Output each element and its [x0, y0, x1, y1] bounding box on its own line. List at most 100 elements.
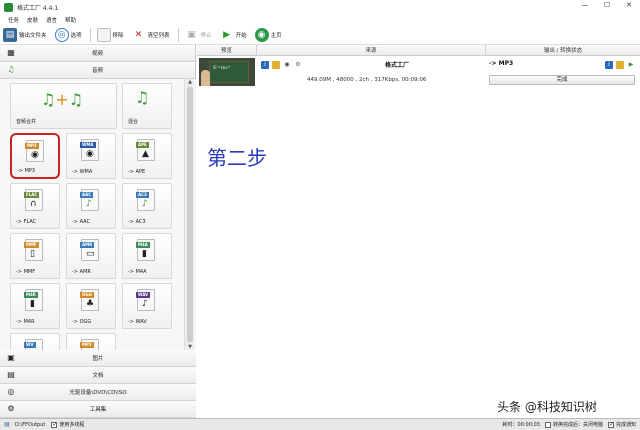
- tile-m4r[interactable]: M4R ▮ -> M4R: [10, 283, 60, 329]
- tile-label: -> MMF: [16, 269, 36, 275]
- tile-mp2[interactable]: MP2: [66, 333, 116, 350]
- status-complete-bar: 完成: [489, 75, 635, 85]
- settings-gear-icon[interactable]: ⚙: [294, 61, 302, 69]
- source-file-name: 格式工厂: [384, 62, 409, 69]
- tile-label: -> M4R: [16, 319, 35, 325]
- tile-ape[interactable]: APE ▲ -> APE: [122, 133, 172, 179]
- flac-file-icon: FLAC ∩: [24, 189, 43, 211]
- tile-label: -> FLAC: [16, 219, 37, 225]
- category-document-label: 文档: [92, 373, 104, 379]
- remove-label: 移除: [112, 32, 124, 39]
- tile-flac[interactable]: FLAC ∩ -> FLAC: [10, 183, 60, 229]
- tile-m4a[interactable]: M4A ▮ -> M4A: [122, 233, 172, 279]
- grid-scrollbar[interactable]: ▲ ▼: [184, 79, 194, 350]
- amr-file-icon: AMR ▭: [80, 239, 99, 261]
- notify-checkbox[interactable]: [607, 421, 614, 428]
- output-folder-icon[interactable]: [616, 61, 624, 69]
- tile-audio-join[interactable]: ♫+♫ 音频合并: [10, 83, 117, 129]
- menu-task[interactable]: 任务: [8, 16, 19, 24]
- format-tag: FLAC: [24, 192, 40, 198]
- tile-wav[interactable]: WAV ♪ -> WAV: [122, 283, 172, 329]
- tile-label: 混合: [128, 119, 139, 125]
- tile-ac3[interactable]: AC3 ♪ -> AC3: [122, 183, 172, 229]
- category-tools-label: 工具集: [89, 407, 107, 413]
- format-tag: MMF: [24, 242, 39, 248]
- home-globe-icon: ◉: [254, 27, 269, 42]
- task-list-panel: 预览 来源 输出 / 转换状态 E=mc² i ◉ ⚙ 格式工厂 449.09M…: [197, 45, 640, 418]
- toolbar: ▤ 输出文件夹 ◎ 选项 移除 ✕ 清空列表 ▣ 停止 ▶ 开始 ◉ 主页: [0, 25, 640, 45]
- output-info-icon[interactable]: i: [605, 61, 613, 69]
- notify-toggle[interactable]: 完成通知: [607, 421, 636, 428]
- close-button[interactable]: ✕: [622, 1, 636, 9]
- maximize-button[interactable]: ☐: [600, 1, 614, 9]
- tile-label: -> AAC: [72, 219, 90, 225]
- play-preview-icon[interactable]: ◉: [283, 61, 291, 69]
- category-disc[interactable]: ◎ 光驱设备\DVD\CD\ISO: [0, 384, 196, 401]
- tile-label: 音频合并: [16, 119, 37, 125]
- tile-amr[interactable]: AMR ▭ -> AMR: [66, 233, 116, 279]
- tile-mmf[interactable]: MMF ▯ -> MMF: [10, 233, 60, 279]
- options-label: 选项: [70, 32, 82, 39]
- m4a-file-icon: M4A ▮: [136, 239, 155, 261]
- music-icon: ♫: [7, 65, 15, 74]
- clear-list-button[interactable]: ✕ 清空列表: [132, 28, 170, 42]
- menu-help[interactable]: 帮助: [65, 16, 76, 24]
- toolbar-divider: [177, 27, 179, 42]
- source-file-info: 449.09M , 48000 , 2ch , 317Kbps, 00:09:0…: [307, 77, 427, 83]
- after-convert-checkbox[interactable]: [544, 421, 551, 428]
- wav-file-icon: WAV ♪: [136, 289, 155, 311]
- minimize-button[interactable]: —: [578, 1, 592, 9]
- chalkboard: E=mc²: [209, 61, 249, 83]
- menu-language[interactable]: 语言: [46, 16, 57, 24]
- multithread-toggle[interactable]: 使用多线程: [51, 421, 84, 428]
- remove-button[interactable]: 移除: [96, 27, 124, 42]
- document-icon: [96, 27, 111, 42]
- header-preview[interactable]: 预览: [197, 45, 257, 55]
- scroll-thumb[interactable]: [187, 87, 193, 342]
- format-tag: AAC: [80, 192, 94, 198]
- task-row[interactable]: E=mc² i ◉ ⚙ 格式工厂 449.09M , 48000 , 2ch ,…: [197, 56, 640, 88]
- format-tag: OGG: [80, 292, 94, 298]
- notify-label: 完成通知: [615, 422, 636, 428]
- tile-label: -> OGG: [72, 319, 92, 325]
- stop-button[interactable]: ▣ 停止: [185, 28, 211, 42]
- category-tools[interactable]: ⚙ 工具集: [0, 401, 196, 418]
- scroll-up-arrow-icon[interactable]: ▲: [186, 79, 194, 85]
- stop-icon: ▣: [187, 29, 196, 40]
- home-button[interactable]: ◉ 主页: [254, 27, 282, 42]
- tile-aac[interactable]: AAC ♪ -> AAC: [66, 183, 116, 229]
- multithread-checkbox[interactable]: [51, 421, 57, 428]
- tile-wv[interactable]: WV: [10, 333, 60, 350]
- header-output[interactable]: 输出 / 转换状态: [486, 45, 640, 55]
- output-play-icon[interactable]: ▶: [627, 61, 635, 69]
- tile-label: -> APE: [128, 169, 146, 175]
- audio-join-icon: ♫+♫: [41, 90, 84, 109]
- preview-thumbnail: E=mc²: [199, 58, 255, 86]
- tile-ogg[interactable]: OGG ♣ -> OGG: [66, 283, 116, 329]
- format-tag: WAV: [136, 292, 151, 298]
- elapsed-time: 耗时：00:00:03: [502, 422, 540, 428]
- category-video[interactable]: ▦ 视频: [0, 45, 195, 62]
- category-document[interactable]: ▤ 文档: [0, 367, 196, 384]
- tile-label: -> WMA: [72, 169, 93, 175]
- status-bar: ▤ D:\FFOutput 使用多线程 耗时：00:00:03 转换完成后：关闭…: [0, 418, 640, 430]
- ogg-file-icon: OGG ♣: [80, 289, 99, 311]
- output-path[interactable]: D:\FFOutput: [15, 422, 45, 428]
- options-button[interactable]: ◎ 选项: [54, 27, 82, 42]
- tile-mp3[interactable]: MP3 ◉ -> MP3: [10, 133, 60, 179]
- output-folder-button[interactable]: ▤ 输出文件夹: [3, 27, 47, 42]
- category-audio[interactable]: ♫ 音频: [0, 62, 195, 79]
- folder-icon[interactable]: [272, 61, 280, 69]
- menu-bar: 任务 皮肤 语言 帮助: [0, 14, 640, 25]
- info-icon[interactable]: i: [261, 61, 269, 69]
- after-convert-toggle[interactable]: 转换完成后：关闭电脑: [544, 421, 603, 428]
- start-button[interactable]: ▶ 开始: [220, 28, 246, 42]
- menu-skin[interactable]: 皮肤: [27, 16, 38, 24]
- wv-file-icon: WV: [24, 339, 43, 350]
- category-image[interactable]: ▣ 图片: [0, 350, 196, 367]
- header-source[interactable]: 来源: [257, 45, 486, 55]
- format-tag: M4R: [24, 292, 38, 298]
- tile-mix[interactable]: ♫ 混合: [122, 83, 172, 129]
- tile-wma[interactable]: WMA ◉ -> WMA: [66, 133, 116, 179]
- person-figure: [201, 70, 210, 86]
